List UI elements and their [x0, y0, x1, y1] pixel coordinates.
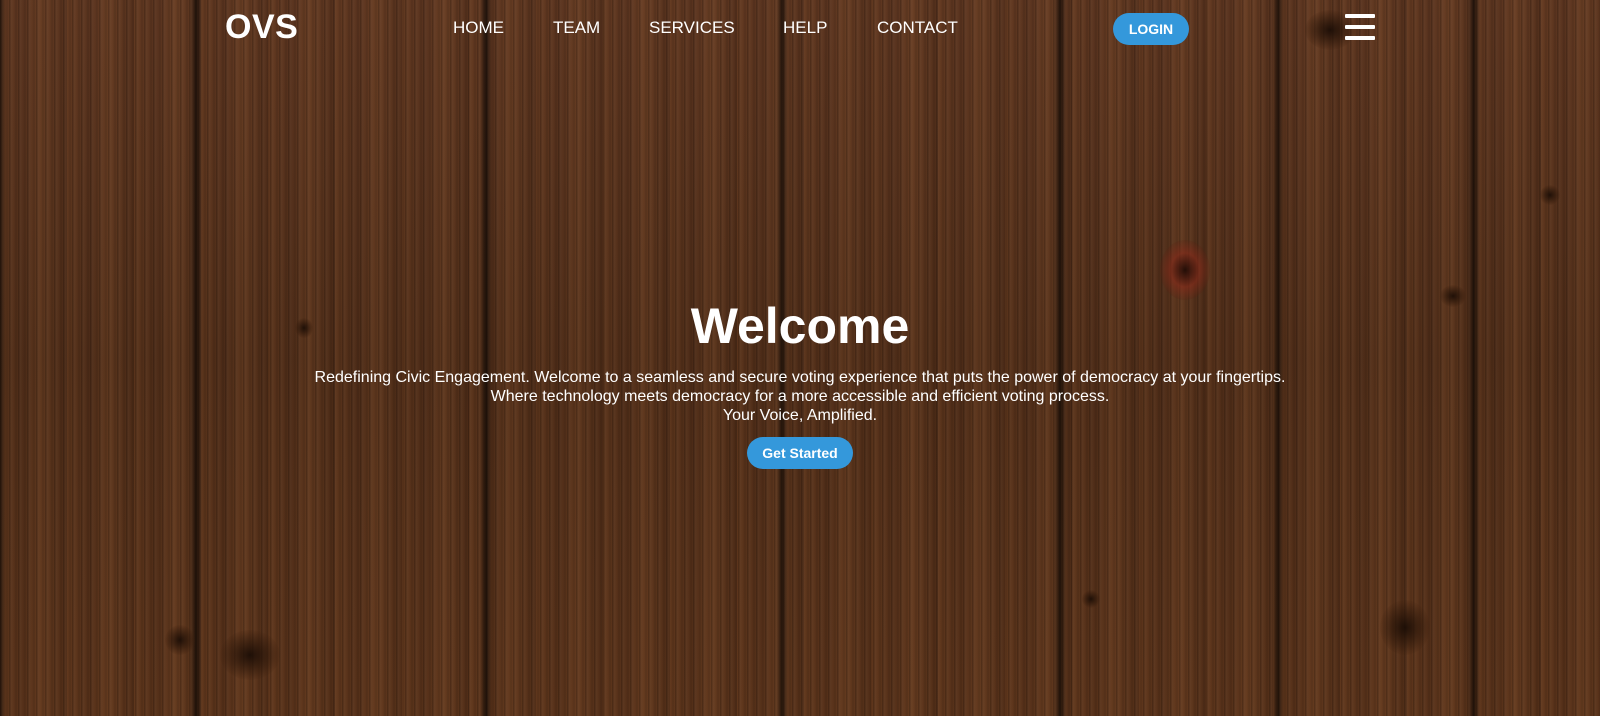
hero-line: Redefining Civic Engagement. Welcome to … — [314, 369, 1286, 386]
menu-icon-bar — [1345, 14, 1375, 18]
hero-description: Redefining Civic Engagement. Welcome to … — [0, 368, 1600, 425]
menu-icon-bar — [1345, 25, 1375, 29]
hero-line: Where technology meets democracy for a m… — [490, 388, 1110, 405]
login-button[interactable]: LOGIN — [1113, 13, 1189, 45]
top-navbar: OVS HOME TEAM SERVICES HELP CONTACT LOGI… — [0, 0, 1600, 56]
hero-line: Your Voice, Amplified. — [722, 407, 878, 424]
hero-title: Welcome — [690, 298, 910, 354]
wood-knot — [1082, 590, 1100, 608]
nav-link-contact[interactable]: CONTACT — [877, 18, 958, 38]
wood-knot — [1160, 240, 1210, 300]
hero-section: Welcome Redefining Civic Engagement. Wel… — [0, 296, 1600, 469]
wood-knot — [165, 625, 195, 655]
nav-link-team[interactable]: TEAM — [553, 18, 600, 38]
nav-link-services[interactable]: SERVICES — [649, 18, 735, 38]
hamburger-menu-icon[interactable] — [1345, 14, 1375, 40]
nav-link-home[interactable]: HOME — [453, 18, 504, 38]
wood-knot — [1380, 600, 1430, 655]
nav-link-help[interactable]: HELP — [783, 18, 827, 38]
landing-page: OVS HOME TEAM SERVICES HELP CONTACT LOGI… — [0, 0, 1600, 716]
wood-knot — [1540, 185, 1560, 205]
menu-icon-bar — [1345, 36, 1375, 40]
wood-knot — [220, 630, 280, 680]
get-started-button[interactable]: Get Started — [747, 437, 853, 469]
